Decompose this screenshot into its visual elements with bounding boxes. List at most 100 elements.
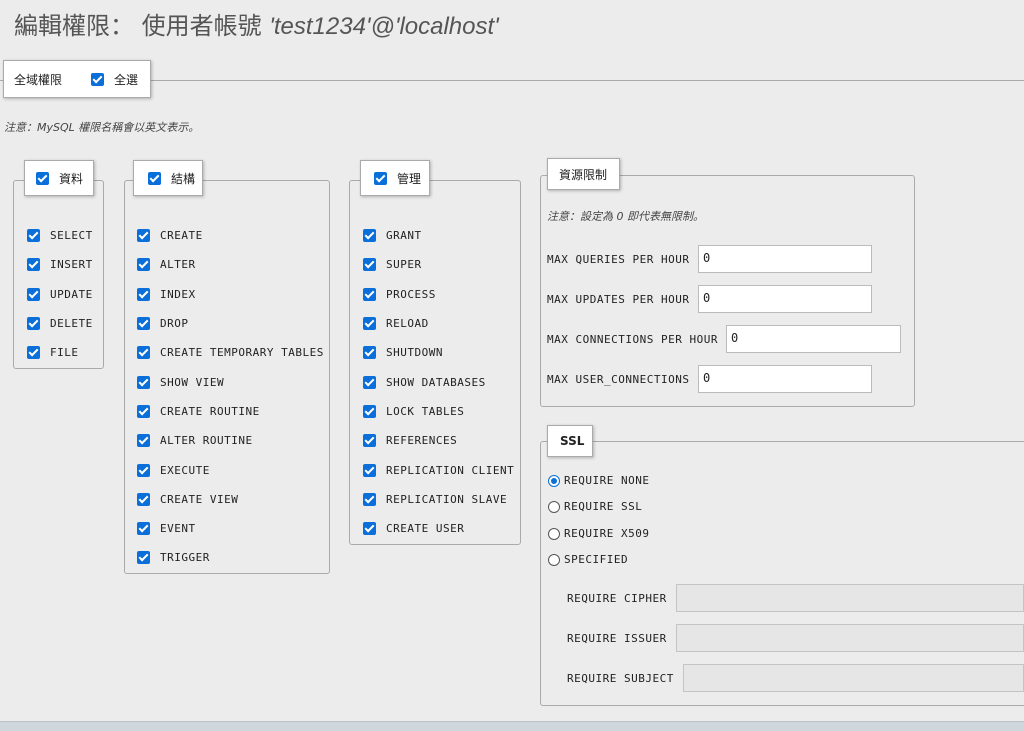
specified-radio[interactable] [548, 553, 560, 566]
privilege-checkbox[interactable] [363, 287, 376, 301]
require-x509-option[interactable]: REQUIRE X509 [548, 527, 649, 540]
privilege-label[interactable]: SHOW VIEW [160, 376, 224, 389]
privilege-checkbox[interactable] [363, 229, 376, 243]
privilege-checkbox[interactable] [27, 317, 40, 331]
require-ssl-option[interactable]: REQUIRE SSL [548, 500, 642, 513]
privilege-checkbox[interactable] [137, 229, 150, 243]
privilege-item-replication-client[interactable]: REPLICATION CLIENT [363, 455, 514, 484]
privilege-item-alter[interactable]: ALTER [137, 250, 324, 279]
privilege-item-super[interactable]: SUPER [363, 250, 514, 279]
privilege-label[interactable]: CREATE TEMPORARY TABLES [160, 346, 324, 359]
specified-option[interactable]: SPECIFIED [548, 553, 628, 566]
data-group-label[interactable]: 資料 [59, 170, 83, 187]
privilege-checkbox[interactable] [363, 492, 376, 506]
privilege-checkbox[interactable] [363, 346, 376, 360]
privilege-label[interactable]: CREATE [160, 229, 203, 242]
privilege-label[interactable]: REPLICATION CLIENT [386, 464, 514, 477]
privilege-item-drop[interactable]: DROP [137, 309, 324, 338]
select-all-label[interactable]: 全選 [114, 71, 138, 88]
privilege-label[interactable]: PROCESS [386, 288, 436, 301]
require-ssl-label[interactable]: REQUIRE SSL [564, 500, 642, 513]
require-cipher-input[interactable] [676, 584, 1024, 612]
privilege-item-create-temporary-tables[interactable]: CREATE TEMPORARY TABLES [137, 338, 324, 367]
privilege-item-shutdown[interactable]: SHUTDOWN [363, 338, 514, 367]
require-x509-radio[interactable] [548, 527, 560, 540]
privilege-item-file[interactable]: FILE [27, 338, 93, 367]
privilege-label[interactable]: CREATE ROUTINE [160, 405, 260, 418]
privilege-label[interactable]: UPDATE [50, 288, 93, 301]
require-x509-label[interactable]: REQUIRE X509 [564, 527, 649, 540]
require-none-label[interactable]: REQUIRE NONE [564, 474, 649, 487]
privilege-label[interactable]: SHOW DATABASES [386, 376, 486, 389]
require-issuer-input[interactable] [676, 624, 1024, 652]
privilege-item-alter-routine[interactable]: ALTER ROUTINE [137, 426, 324, 455]
privilege-label[interactable]: EXECUTE [160, 464, 210, 477]
privilege-label[interactable]: INDEX [160, 288, 196, 301]
privilege-checkbox[interactable] [27, 287, 40, 301]
privilege-label[interactable]: CREATE VIEW [160, 493, 238, 506]
privilege-checkbox[interactable] [363, 375, 376, 389]
privilege-label[interactable]: ALTER [160, 258, 196, 271]
privilege-label[interactable]: SHUTDOWN [386, 346, 443, 359]
privilege-label[interactable]: EVENT [160, 522, 196, 535]
privilege-checkbox[interactable] [137, 404, 150, 418]
privilege-item-process[interactable]: PROCESS [363, 280, 514, 309]
privilege-item-grant[interactable]: GRANT [363, 221, 514, 250]
privilege-label[interactable]: TRIGGER [160, 551, 210, 564]
max-queries-input[interactable]: 0 [698, 245, 872, 273]
privilege-checkbox[interactable] [363, 258, 376, 272]
select-all-checkbox[interactable] [91, 72, 105, 86]
privilege-label[interactable]: LOCK TABLES [386, 405, 464, 418]
privilege-item-insert[interactable]: INSERT [27, 250, 93, 279]
privilege-checkbox[interactable] [137, 287, 150, 301]
privilege-label[interactable]: GRANT [386, 229, 422, 242]
privilege-label[interactable]: ALTER ROUTINE [160, 434, 253, 447]
privilege-item-create[interactable]: CREATE [137, 221, 324, 250]
privilege-checkbox[interactable] [27, 346, 40, 360]
privilege-label[interactable]: RELOAD [386, 317, 429, 330]
privilege-label[interactable]: SUPER [386, 258, 422, 271]
privilege-item-index[interactable]: INDEX [137, 280, 324, 309]
privilege-checkbox[interactable] [137, 522, 150, 536]
privilege-label[interactable]: REFERENCES [386, 434, 457, 447]
privilege-checkbox[interactable] [137, 434, 150, 448]
privilege-item-create-view[interactable]: CREATE VIEW [137, 485, 324, 514]
admin-group-checkbox[interactable] [374, 171, 387, 185]
privilege-label[interactable]: INSERT [50, 258, 93, 271]
privilege-checkbox[interactable] [27, 229, 40, 243]
max-updates-input[interactable]: 0 [698, 285, 872, 313]
privilege-checkbox[interactable] [363, 434, 376, 448]
privilege-label[interactable]: CREATE USER [386, 522, 464, 535]
privilege-item-trigger[interactable]: TRIGGER [137, 543, 324, 572]
privilege-item-show-databases[interactable]: SHOW DATABASES [363, 367, 514, 396]
structure-group-label[interactable]: 結構 [171, 170, 195, 187]
privilege-item-create-routine[interactable]: CREATE ROUTINE [137, 397, 324, 426]
privilege-item-references[interactable]: REFERENCES [363, 426, 514, 455]
privilege-label[interactable]: DELETE [50, 317, 93, 330]
privilege-checkbox[interactable] [137, 492, 150, 506]
privilege-checkbox[interactable] [137, 551, 150, 565]
privilege-item-show-view[interactable]: SHOW VIEW [137, 367, 324, 396]
privilege-label[interactable]: DROP [160, 317, 189, 330]
privilege-item-replication-slave[interactable]: REPLICATION SLAVE [363, 485, 514, 514]
structure-group-checkbox[interactable] [148, 171, 161, 185]
privilege-item-event[interactable]: EVENT [137, 514, 324, 543]
privilege-item-update[interactable]: UPDATE [27, 280, 93, 309]
max-connections-input[interactable]: 0 [726, 325, 901, 353]
privilege-checkbox[interactable] [137, 463, 150, 477]
privilege-item-delete[interactable]: DELETE [27, 309, 93, 338]
require-subject-input[interactable] [683, 664, 1024, 692]
privilege-item-create-user[interactable]: CREATE USER [363, 514, 514, 543]
require-ssl-radio[interactable] [548, 500, 560, 513]
require-none-radio[interactable] [548, 474, 560, 487]
privilege-checkbox[interactable] [363, 522, 376, 536]
max-user-connections-input[interactable]: 0 [698, 365, 872, 393]
privilege-checkbox[interactable] [137, 375, 150, 389]
admin-group-label[interactable]: 管理 [397, 170, 421, 187]
privilege-item-reload[interactable]: RELOAD [363, 309, 514, 338]
privilege-checkbox[interactable] [27, 258, 40, 272]
privilege-label[interactable]: FILE [50, 346, 79, 359]
privilege-checkbox[interactable] [363, 463, 376, 477]
privilege-label[interactable]: REPLICATION SLAVE [386, 493, 507, 506]
privilege-checkbox[interactable] [137, 346, 150, 360]
